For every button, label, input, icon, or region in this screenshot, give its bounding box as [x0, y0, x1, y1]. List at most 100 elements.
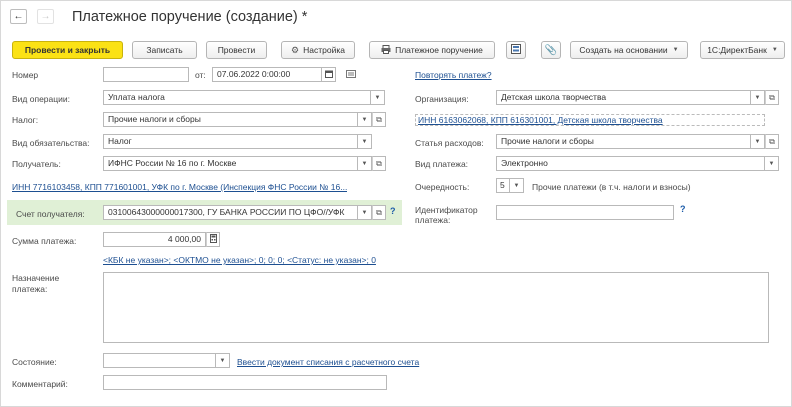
chevron-down-icon: ▼: [754, 94, 761, 101]
operation-select[interactable]: Уплата налога: [103, 90, 371, 105]
expense-item-label: Статья расходов:: [415, 138, 484, 148]
gear-icon: ⚙: [291, 44, 300, 55]
recipient-account-input[interactable]: 03100643000000017300, ГУ БАНКА РОССИИ ПО…: [103, 205, 358, 220]
state-select[interactable]: [103, 353, 216, 368]
open-icon: ⧉: [376, 207, 382, 217]
obligation-label: Вид обязательства:: [12, 138, 90, 148]
chevron-down-icon: ▼: [754, 138, 761, 145]
document-structure-icon: [511, 44, 521, 56]
purpose-label-line2: платежа:: [12, 284, 48, 294]
direct-bank-button[interactable]: 1С:ДиректБанк ▼: [700, 41, 785, 59]
number-input[interactable]: [103, 67, 189, 82]
number-label: Номер: [12, 70, 39, 80]
chevron-down-icon: ▼: [771, 47, 778, 53]
attach-files-button[interactable]: 📎: [541, 41, 561, 59]
open-icon: ⧉: [769, 136, 775, 146]
chevron-down-icon: ▼: [768, 160, 775, 167]
payment-order-label: Платежное поручение: [395, 45, 483, 55]
chevron-down-icon: ▼: [672, 47, 679, 53]
tax-open-button[interactable]: ⧉: [372, 112, 386, 127]
calendar-icon: [324, 70, 333, 80]
repeat-payment-link[interactable]: Повторять платеж?: [415, 70, 492, 80]
obligation-dropdown-button[interactable]: ▼: [358, 134, 372, 149]
tax-dropdown-button[interactable]: ▼: [358, 112, 372, 127]
tax-input[interactable]: Прочие налоги и сборы: [103, 112, 358, 127]
organization-details-link[interactable]: ИНН 6163062068, КПП 616301001, Детская ш…: [415, 114, 765, 126]
print-payment-order-button[interactable]: Платежное поручение: [369, 41, 495, 59]
chevron-down-icon: ▼: [361, 209, 368, 216]
date-label: от:: [195, 70, 206, 80]
expense-item-open-button[interactable]: ⧉: [765, 134, 779, 149]
recipient-account-help-icon[interactable]: ?: [390, 206, 396, 216]
comment-input[interactable]: [103, 375, 387, 390]
direct-bank-label: 1С:ДиректБанк: [707, 45, 767, 55]
recipient-open-button[interactable]: ⧉: [372, 156, 386, 171]
chevron-down-icon: ▼: [361, 160, 368, 167]
priority-select[interactable]: 5: [496, 178, 510, 193]
amount-label: Сумма платежа:: [12, 236, 77, 246]
settings-button[interactable]: ⚙ Настройка: [281, 41, 355, 59]
structure-button[interactable]: [506, 41, 526, 59]
post-button[interactable]: Провести: [206, 41, 267, 59]
recipient-account-label: Счет получателя:: [16, 209, 85, 219]
calculator-icon: [209, 234, 217, 245]
organization-label: Организация:: [415, 94, 469, 104]
recipient-dropdown-button[interactable]: ▼: [358, 156, 372, 171]
chevron-down-icon: ▼: [219, 357, 226, 364]
obligation-select[interactable]: Налог: [103, 134, 358, 149]
expense-item-dropdown-button[interactable]: ▼: [751, 134, 765, 149]
recipient-label: Получатель:: [12, 159, 61, 169]
settings-label: Настройка: [303, 45, 345, 55]
payment-id-label-line2: платежа:: [415, 215, 451, 225]
post-and-close-button[interactable]: Провести и закрыть: [12, 41, 123, 59]
chevron-down-icon: ▼: [361, 138, 368, 145]
state-label: Состояние:: [12, 357, 57, 367]
window-title: Платежное поручение (создание) *: [72, 9, 308, 25]
purpose-textarea[interactable]: [103, 272, 769, 343]
tax-label: Налог:: [12, 115, 39, 125]
create-based-on-label: Создать на основании: [579, 45, 668, 55]
save-button[interactable]: Записать: [132, 41, 197, 59]
comment-label: Комментарий:: [12, 379, 68, 389]
open-icon: ⧉: [376, 114, 382, 124]
forward-button[interactable]: →: [37, 9, 54, 24]
calendar-button[interactable]: [322, 67, 336, 82]
chevron-down-icon: ▼: [513, 182, 520, 189]
open-icon: ⧉: [376, 158, 382, 168]
calculator-button[interactable]: [206, 232, 220, 247]
priority-note: Прочие платежи (в т.ч. налоги и взносы): [532, 182, 691, 192]
paperclip-icon: 📎: [544, 44, 558, 56]
recipient-account-dropdown-button[interactable]: ▼: [358, 205, 372, 220]
payment-type-select[interactable]: Электронно: [496, 156, 765, 171]
date-input[interactable]: 07.06.2022 0:00:00: [212, 67, 322, 82]
chevron-down-icon: ▼: [374, 94, 381, 101]
recipient-details-link[interactable]: ИНН 7716103458, КПП 771601001, УФК по г.…: [12, 182, 347, 192]
back-button[interactable]: ←: [10, 9, 27, 24]
create-based-on-button[interactable]: Создать на основании ▼: [570, 41, 688, 59]
payment-id-label-line1: Идентификатор: [415, 205, 478, 215]
arrow-left-icon: ←: [13, 11, 24, 22]
expense-item-input[interactable]: Прочие налоги и сборы: [496, 134, 751, 149]
payment-id-help-icon[interactable]: ?: [680, 204, 686, 214]
open-icon: ⧉: [769, 92, 775, 102]
state-dropdown-button[interactable]: ▼: [216, 353, 230, 368]
payment-type-label: Вид платежа:: [415, 159, 469, 169]
priority-dropdown-button[interactable]: ▼: [510, 178, 524, 193]
recipient-account-open-button[interactable]: ⧉: [372, 205, 386, 220]
amount-input[interactable]: 4 000,00: [103, 232, 206, 247]
organization-open-button[interactable]: ⧉: [765, 90, 779, 105]
payment-type-dropdown-button[interactable]: ▼: [765, 156, 779, 171]
enter-writeoff-document-link[interactable]: Ввести документ списания с расчетного сч…: [237, 357, 419, 367]
recipient-input[interactable]: ИФНС России № 16 по г. Москве: [103, 156, 358, 171]
priority-label: Очередность:: [415, 182, 470, 192]
payment-id-input[interactable]: [496, 205, 674, 220]
chevron-down-icon: ▼: [361, 116, 368, 123]
operation-dropdown-button[interactable]: ▼: [371, 90, 385, 105]
kbk-details-link[interactable]: <КБК не указан>; <ОКТМО не указан>; 0; 0…: [103, 255, 376, 265]
organization-input[interactable]: Детская школа творчества: [496, 90, 751, 105]
arrow-right-icon: →: [40, 11, 51, 22]
operation-label: Вид операции:: [12, 94, 70, 104]
printer-icon: [381, 44, 391, 56]
organization-dropdown-button[interactable]: ▼: [751, 90, 765, 105]
history-icon[interactable]: [346, 70, 356, 80]
